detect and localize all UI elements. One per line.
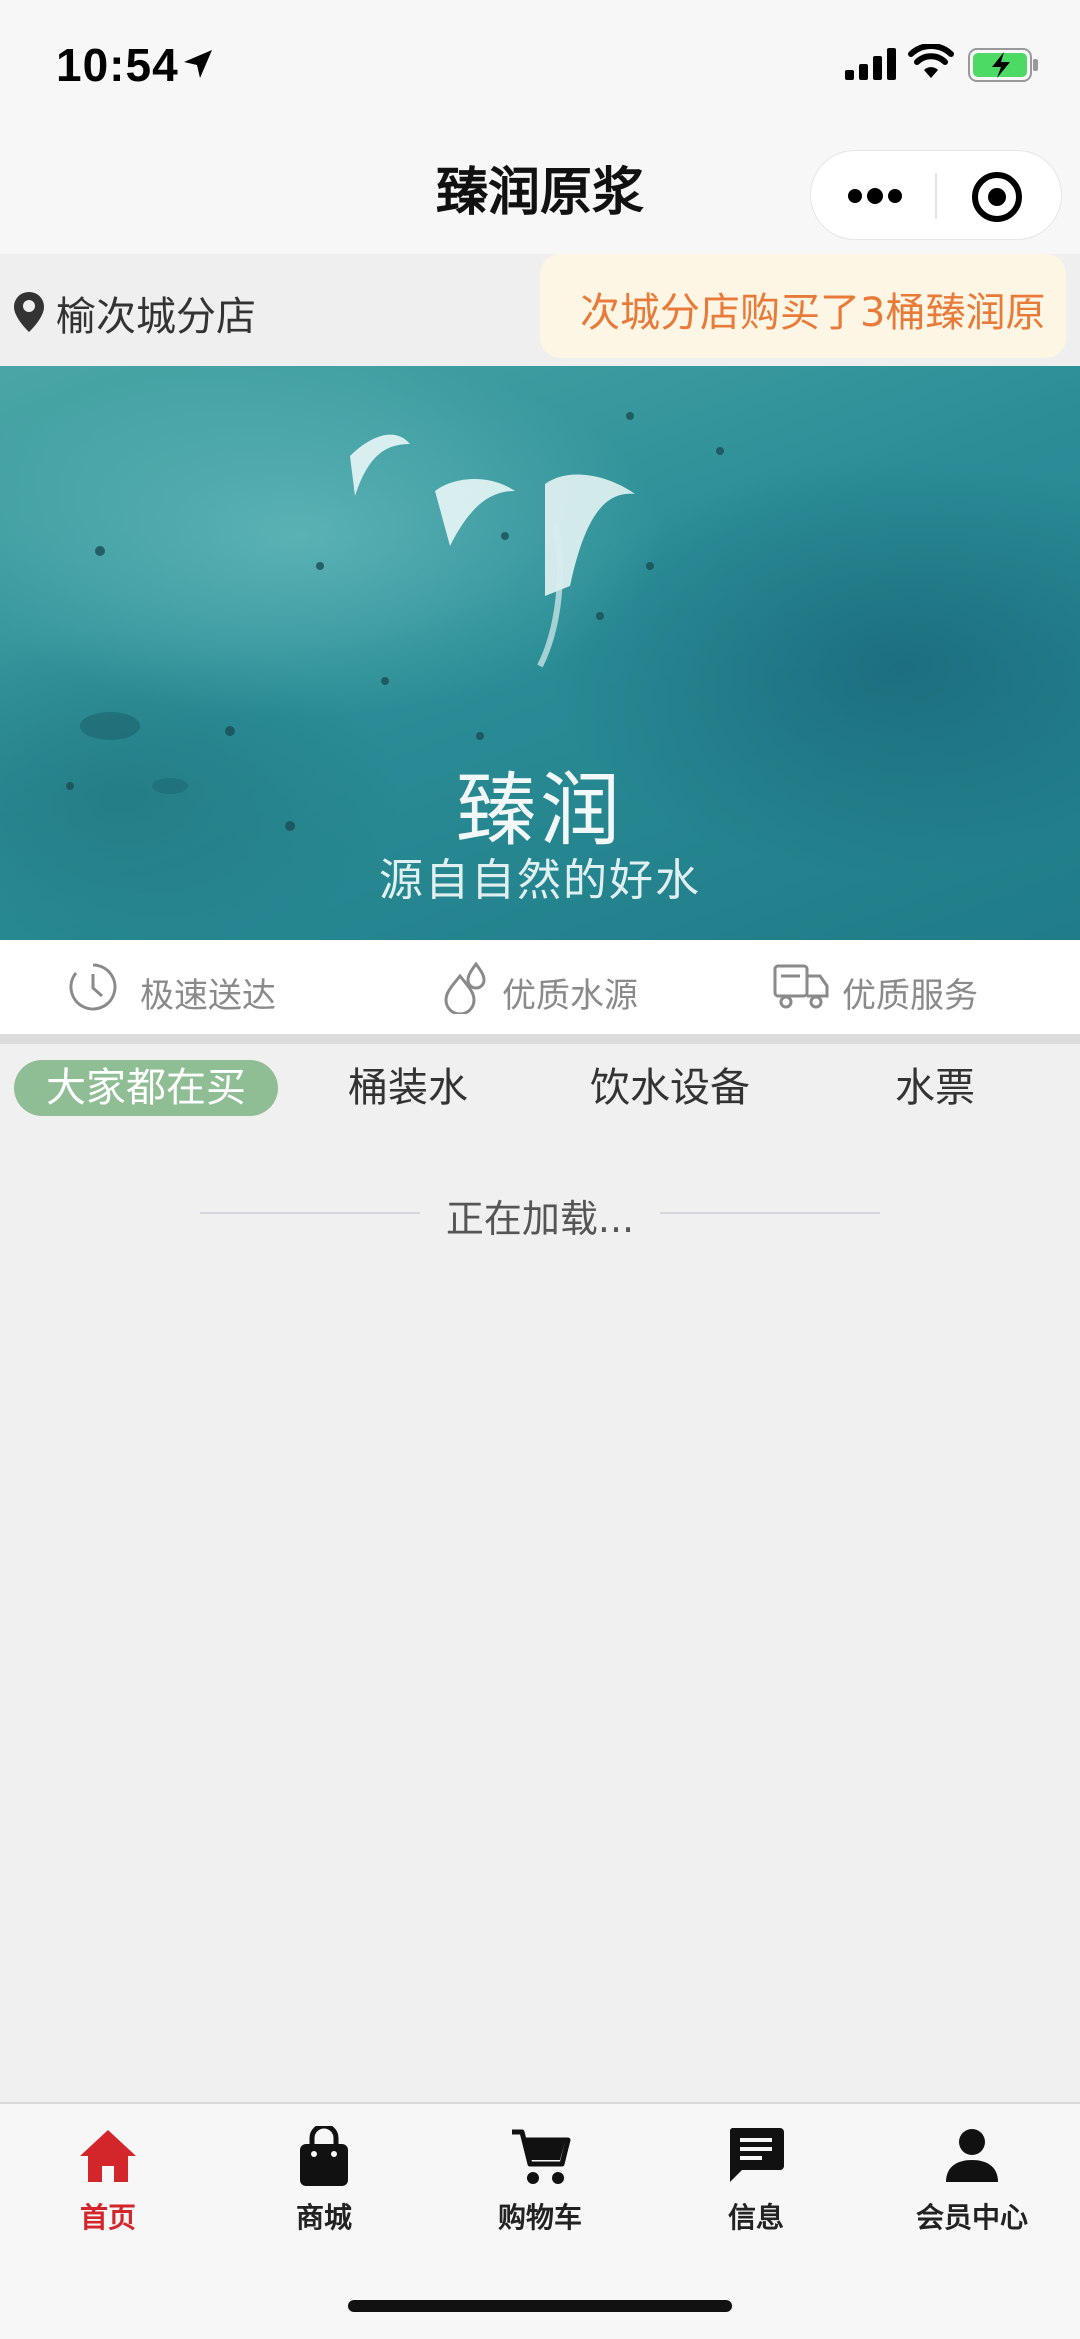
tab-bar-label: 会员中心 xyxy=(915,2201,1028,2234)
tab-bottled-water[interactable]: 桶装水 xyxy=(318,1060,498,1116)
mini-program-capsule xyxy=(810,150,1062,240)
tab-bar-label: 信息 xyxy=(727,2201,784,2234)
status-bar: 10:54 xyxy=(0,0,1080,130)
nav-bar: 臻润原浆 xyxy=(0,130,1080,254)
store-name: 榆次城分店 xyxy=(56,294,256,340)
tab-bar-item-cart[interactable]: 购物车 xyxy=(432,2116,648,2236)
feature-strip: 极速送达 优质水源 优质服务 xyxy=(0,940,1080,1034)
close-mini-program-icon[interactable] xyxy=(969,169,1025,225)
feature-fast-delivery: 极速送达 xyxy=(68,962,298,1016)
home-icon xyxy=(80,2130,136,2182)
cellular-signal-icon xyxy=(845,48,896,80)
tab-water-tickets[interactable]: 水票 xyxy=(870,1060,1000,1116)
cart-icon xyxy=(512,2129,571,2184)
tab-bar-label: 商城 xyxy=(295,2201,352,2234)
feature-quality-service: 优质服务 xyxy=(772,962,1012,1016)
shopping-bag-icon xyxy=(300,2126,348,2186)
loading-text: 正在加载... xyxy=(445,1197,635,1241)
purchase-notice-text: 次城分店购买了3桶臻润原 xyxy=(580,290,1046,336)
status-time: 10:54 xyxy=(56,39,179,91)
banner-subtitle: 源自自然的好水 xyxy=(379,855,701,906)
capsule-divider xyxy=(935,173,937,219)
clock-icon xyxy=(69,963,117,1011)
category-tabs: 大家都在买 桶装水 饮水设备 水票 xyxy=(0,1044,1080,1128)
tab-bar-label: 首页 xyxy=(79,2201,136,2234)
section-divider xyxy=(0,1034,1080,1044)
home-indicator xyxy=(348,2300,732,2312)
feature-label: 优质服务 xyxy=(842,976,978,1016)
feature-label: 优质水源 xyxy=(502,976,638,1016)
tab-everyone-buying[interactable]: 大家都在买 xyxy=(14,1060,278,1116)
tab-water-equipment[interactable]: 饮水设备 xyxy=(570,1060,770,1116)
tab-bar-item-messages[interactable]: 信息 xyxy=(648,2116,864,2236)
feature-label: 极速送达 xyxy=(140,976,276,1016)
location-arrow-icon xyxy=(184,50,212,78)
tab-bar-label: 购物车 xyxy=(497,2201,582,2234)
wifi-icon xyxy=(908,44,954,78)
more-icon[interactable] xyxy=(847,181,903,211)
delivery-truck-icon xyxy=(773,964,829,1009)
tab-bar-item-home[interactable]: 首页 xyxy=(0,2116,216,2236)
user-icon xyxy=(946,2129,998,2182)
hero-banner[interactable]: 臻润 源自自然的好水 xyxy=(0,366,1080,940)
loading-indicator: 正在加载... xyxy=(0,1180,1080,1250)
tab-bar-item-member[interactable]: 会员中心 xyxy=(864,2116,1080,2236)
battery-charging-icon xyxy=(968,48,1038,82)
message-icon xyxy=(729,2128,784,2182)
location-pin-icon xyxy=(14,292,44,332)
loading-line-right xyxy=(660,1212,880,1214)
feature-quality-water: 优质水源 xyxy=(442,962,672,1016)
purchase-notice-banner: 次城分店购买了3桶臻润原 xyxy=(540,254,1066,358)
tab-bar-item-mall[interactable]: 商城 xyxy=(216,2116,432,2236)
water-drop-icon xyxy=(444,962,486,1014)
